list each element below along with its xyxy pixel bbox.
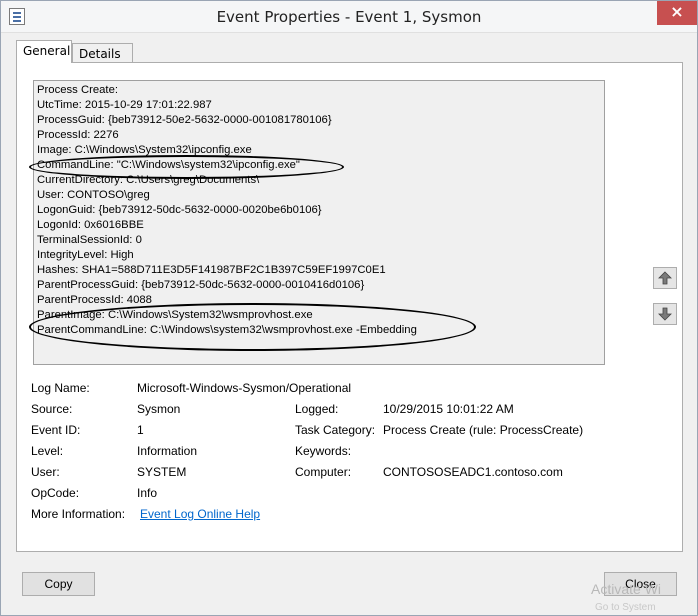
arrow-down-icon [658,307,672,321]
title-bar[interactable]: Event Properties - Event 1, Sysmon × [1,1,697,33]
desc-line: IntegrityLevel: High [37,249,134,261]
activation-watermark-sub: Go to System [595,602,656,613]
desc-line: ProcessId: 2276 [37,129,119,141]
arrow-up-icon [658,271,672,285]
desc-line: Process Create: [37,84,118,96]
source-value: Sysmon [137,402,181,416]
level-label: Level: [31,444,64,458]
opcode-label: OpCode: [31,486,80,500]
computer-value: CONTOSOSEADC1.contoso.com [383,465,563,479]
keywords-label: Keywords: [295,444,352,458]
desc-line: LogonGuid: {beb73912-50dc-5632-0000-0020… [37,204,322,216]
event-log-help-link[interactable]: Event Log Online Help [140,507,260,521]
user-label: User: [31,465,60,479]
event-id-value: 1 [137,423,144,437]
parent-process-highlight-oval [29,303,476,351]
desc-line: LogonId: 0x6016BBE [37,219,144,231]
event-properties-window: Event Properties - Event 1, Sysmon × Gen… [0,0,698,616]
desc-line: TerminalSessionId: 0 [37,234,142,246]
level-value: Information [137,444,198,458]
activation-watermark: Activate Wi [591,581,662,597]
copy-button[interactable]: Copy [22,572,95,596]
window-title: Event Properties - Event 1, Sysmon [216,8,482,26]
general-panel: Process Create: UtcTime: 2015-10-29 17:0… [16,62,683,552]
tab-details[interactable]: Details [72,43,133,63]
desc-line: UtcTime: 2015-10-29 17:01:22.987 [37,99,212,111]
log-name-label: Log Name: [31,381,90,395]
desc-line: ProcessGuid: {beb73912-50e2-5632-0000-00… [37,114,332,126]
more-info-label: More Information: [31,507,126,521]
event-id-label: Event ID: [31,423,81,437]
next-event-button[interactable] [653,303,677,325]
close-window-button[interactable]: × [657,1,697,25]
source-label: Source: [31,402,73,416]
user-value: SYSTEM [137,465,187,479]
tab-general[interactable]: General [16,40,72,63]
task-category-value: Process Create (rule: ProcessCreate) [383,423,584,437]
desc-line: User: CONTOSO\greg [37,189,150,201]
desc-line: Hashes: SHA1=588D711E3D5F141987BF2C1B397… [37,264,386,276]
task-category-label: Task Category: [295,423,376,437]
previous-event-button[interactable] [653,267,677,289]
logged-value: 10/29/2015 10:01:22 AM [383,402,514,416]
computer-label: Computer: [295,465,352,479]
desc-line: ParentProcessGuid: {beb73912-50dc-5632-0… [37,279,365,291]
commandline-highlight-oval [29,155,344,179]
logged-label: Logged: [295,402,339,416]
log-name-value: Microsoft-Windows-Sysmon/Operational [137,381,352,395]
opcode-value: Info [137,486,158,500]
